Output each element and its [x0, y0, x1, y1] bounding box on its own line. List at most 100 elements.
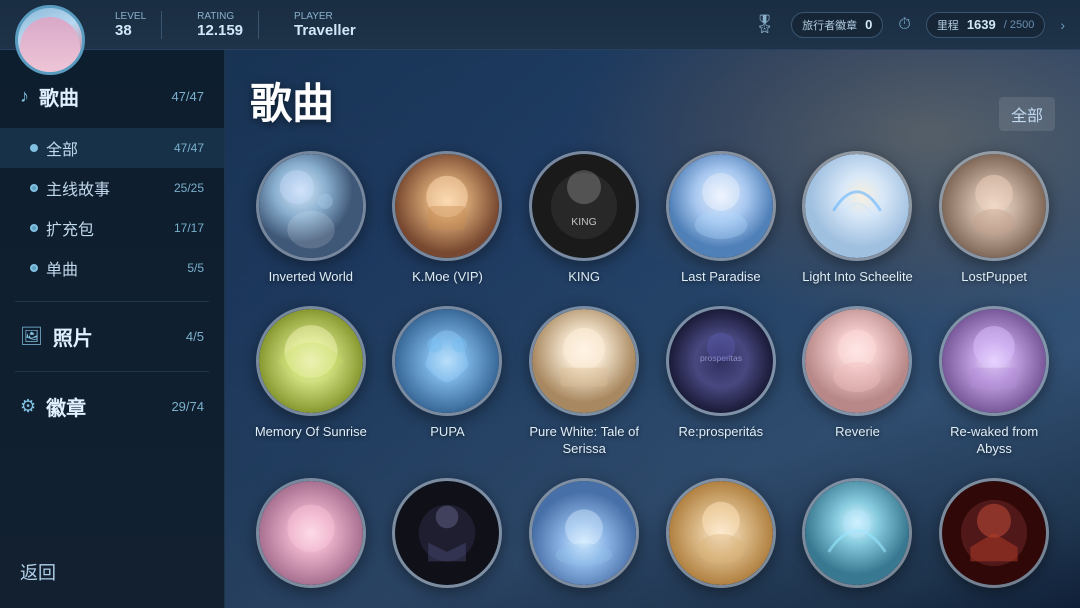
sidebar-single-label: 单曲	[46, 256, 78, 280]
sidebar-dlc-label: 扩充包	[46, 216, 94, 240]
song-item[interactable]: Inverted World	[250, 151, 372, 286]
badge-label: 旅行者徽章	[802, 17, 857, 33]
song-content: 歌曲 全部 Inverted World K.Moe (VIP) KING KI…	[225, 50, 1080, 608]
song-name: PUPA	[430, 424, 464, 441]
level-stat: Level 38	[100, 11, 162, 39]
chevron-right-icon[interactable]: ›	[1060, 17, 1065, 33]
sidebar-songs-count: 47/47	[171, 89, 204, 104]
song-thumbnail-inner	[805, 309, 909, 413]
song-thumbnail	[256, 478, 366, 588]
milestone-label: 里程	[937, 17, 959, 33]
song-thumbnail-inner	[669, 154, 773, 258]
song-thumbnail-inner	[532, 481, 636, 585]
song-thumbnail-inner	[395, 309, 499, 413]
song-item[interactable]: PUPA	[387, 306, 509, 458]
song-thumbnail-inner	[669, 481, 773, 585]
song-thumbnail	[802, 151, 912, 261]
song-thumbnail	[939, 478, 1049, 588]
song-thumbnail	[529, 306, 639, 416]
rating-label: Rating	[197, 11, 243, 22]
player-label: Player	[294, 11, 356, 22]
song-area: 歌曲 全部 Inverted World K.Moe (VIP) KING KI…	[225, 50, 1080, 608]
badge-group: 旅行者徽章 0	[791, 12, 883, 38]
badge-value: 0	[865, 17, 872, 32]
song-item[interactable]: Pure White: Tale of Serissa	[523, 306, 645, 458]
dot-all	[30, 144, 38, 152]
song-grid: Inverted World K.Moe (VIP) KING KING Las…	[250, 151, 1055, 588]
song-area-title: 歌曲	[250, 70, 334, 131]
song-item[interactable]: Last Paradise	[660, 151, 782, 286]
song-item[interactable]: Reverie	[797, 306, 919, 458]
dot-single	[30, 264, 38, 272]
sidebar-all-count: 47/47	[174, 141, 204, 155]
song-thumbnail-inner: KING	[532, 154, 636, 258]
song-thumbnail-inner	[395, 481, 499, 585]
song-thumbnail	[392, 478, 502, 588]
song-name: Light Into Scheelite	[802, 269, 913, 286]
top-right: 🎖 旅行者徽章 0 ⏱ 里程 1639 / 2500 ›	[753, 12, 1080, 38]
song-name: Re:prosperitás	[679, 424, 764, 441]
sidebar-main-label: 主线故事	[46, 176, 110, 200]
sidebar-item-dlc[interactable]: 扩充包 17/17	[0, 208, 224, 248]
song-item[interactable]	[250, 478, 372, 588]
song-item[interactable]	[797, 478, 919, 588]
sidebar-divider-2	[15, 371, 209, 372]
main-content: ♪ 歌曲 47/47 全部 47/47 主线故事 25/25 扩充包	[0, 50, 1080, 608]
song-thumbnail-inner	[532, 309, 636, 413]
song-item[interactable]	[523, 478, 645, 588]
song-thumbnail	[392, 306, 502, 416]
song-thumbnail-inner	[942, 481, 1046, 585]
song-thumbnail	[802, 306, 912, 416]
sidebar-badges-item[interactable]: ⚙ 徽章 29/74	[0, 380, 224, 433]
svg-text:KING: KING	[571, 217, 596, 228]
song-item[interactable]	[933, 478, 1055, 588]
song-item[interactable]: K.Moe (VIP)	[387, 151, 509, 286]
song-item[interactable]: Memory Of Sunrise	[250, 306, 372, 458]
song-thumbnail: prosperitas	[666, 306, 776, 416]
song-thumbnail	[802, 478, 912, 588]
dot-dlc	[30, 224, 38, 232]
sidebar-item-main[interactable]: 主线故事 25/25	[0, 168, 224, 208]
song-name: K.Moe (VIP)	[412, 269, 483, 286]
avatar[interactable]	[15, 5, 85, 75]
top-stats: Level 38 Rating 12.159 Player Traveller	[100, 11, 371, 39]
top-bar: Level 38 Rating 12.159 Player Traveller …	[0, 0, 1080, 50]
sidebar-songs-section: ♪ 歌曲 47/47 全部 47/47 主线故事 25/25 扩充包	[0, 50, 224, 293]
song-thumbnail-inner	[259, 154, 363, 258]
song-thumbnail	[529, 478, 639, 588]
sidebar-sub-items: 全部 47/47 主线故事 25/25 扩充包 17/17 单曲 5/5	[0, 123, 224, 293]
sidebar-photos-count: 4/5	[186, 329, 204, 344]
song-item[interactable]: KING KING	[523, 151, 645, 286]
sidebar-item-all[interactable]: 全部 47/47	[0, 128, 224, 168]
milestone-value: 1639	[967, 17, 996, 32]
rating-value: 12.159	[197, 22, 243, 39]
song-name: Re-waked from Abyss	[934, 424, 1054, 458]
song-thumbnail-inner	[942, 154, 1046, 258]
sidebar-single-count: 5/5	[187, 261, 204, 275]
song-item[interactable]	[660, 478, 782, 588]
song-item[interactable]: LostPuppet	[933, 151, 1055, 286]
sidebar-item-single[interactable]: 单曲 5/5	[0, 248, 224, 288]
song-name: Last Paradise	[681, 269, 761, 286]
song-item[interactable]: Light Into Scheelite	[797, 151, 919, 286]
player-stat: Player Traveller	[279, 11, 371, 39]
photos-icon: 🖼	[20, 326, 43, 347]
level-value: 38	[115, 22, 146, 39]
sidebar-main-count: 25/25	[174, 181, 204, 195]
song-name: Reverie	[835, 424, 880, 441]
back-button[interactable]: 返回	[20, 551, 204, 593]
song-thumbnail-inner	[395, 154, 499, 258]
sidebar-all-label: 全部	[46, 136, 78, 160]
song-thumbnail	[666, 151, 776, 261]
song-item[interactable]: Re-waked from Abyss	[933, 306, 1055, 458]
song-thumbnail	[392, 151, 502, 261]
song-item[interactable]: prosperitas Re:prosperitás	[660, 306, 782, 458]
sidebar-bottom: 返回	[0, 536, 224, 608]
song-item[interactable]	[387, 478, 509, 588]
filter-button[interactable]: 全部	[999, 97, 1055, 131]
song-thumbnail	[256, 151, 366, 261]
sidebar-photos-item[interactable]: 🖼 照片 4/5	[0, 310, 224, 363]
rating-stat: Rating 12.159	[182, 11, 259, 39]
song-thumbnail-inner	[942, 309, 1046, 413]
sidebar-songs-item[interactable]: ♪ 歌曲 47/47	[0, 70, 224, 123]
